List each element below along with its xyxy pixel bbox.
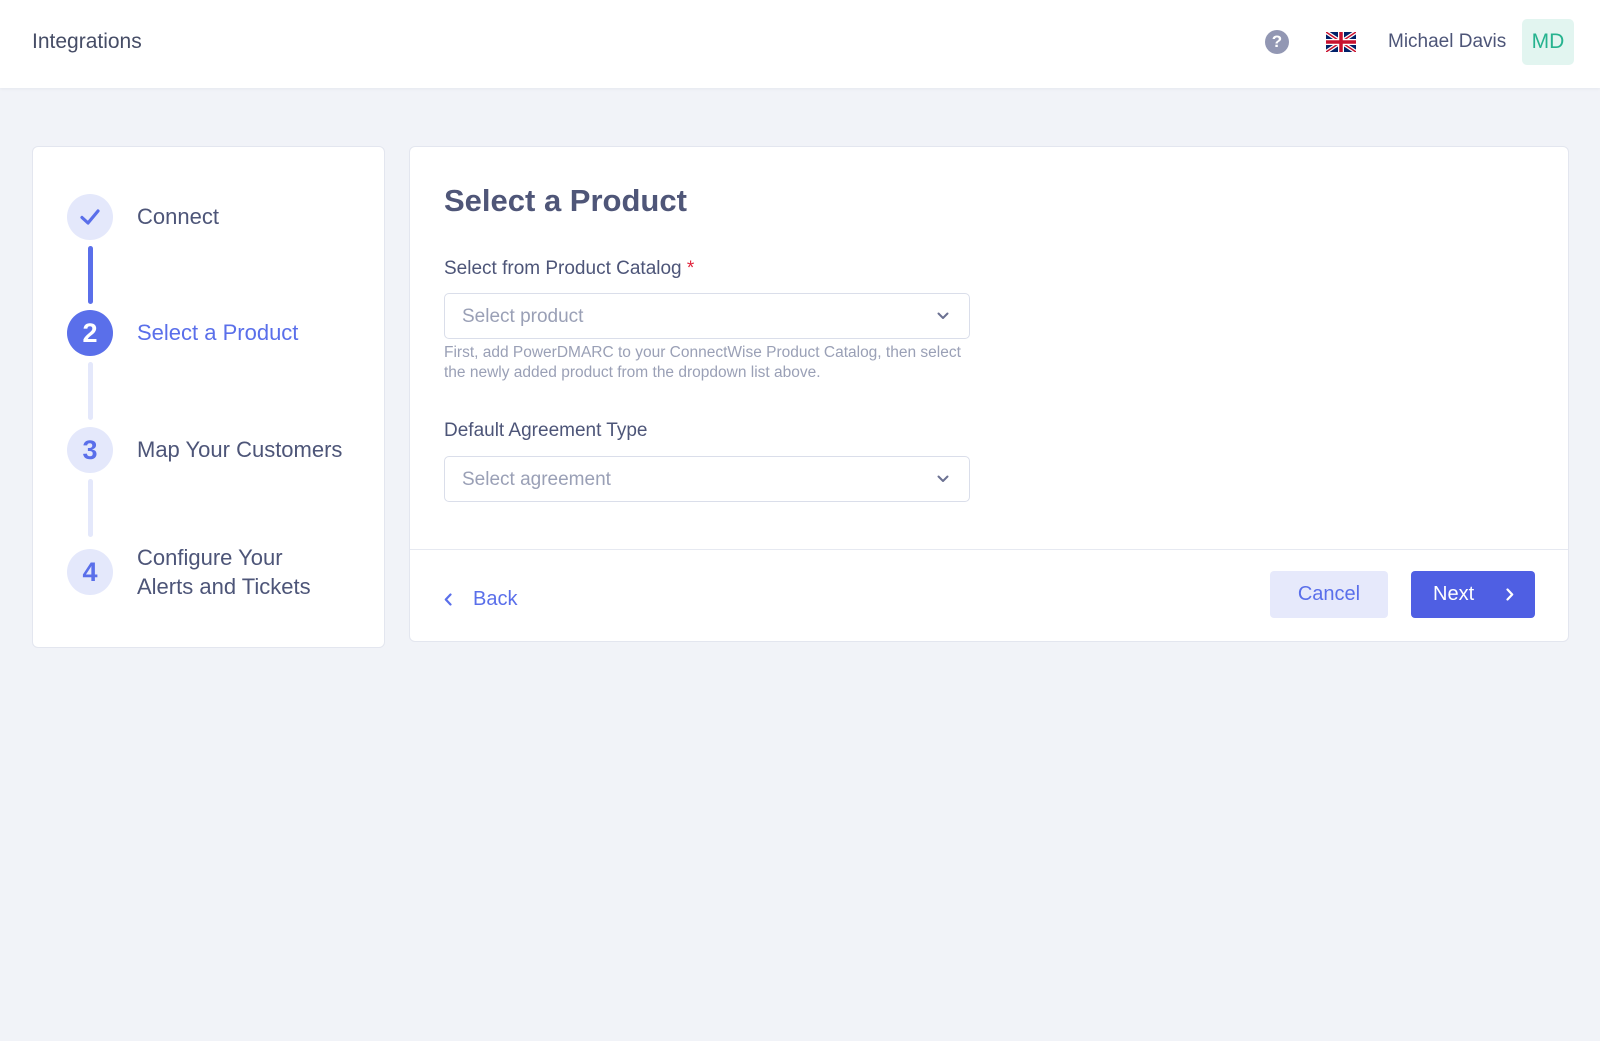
required-marker: * [686, 258, 695, 279]
cancel-button[interactable]: Cancel [1270, 571, 1388, 618]
step-3-label[interactable]: Map Your Customers [137, 435, 342, 464]
step-connector-3 [88, 479, 93, 537]
check-icon [80, 209, 100, 225]
step-4-indicator: 4 [67, 549, 113, 595]
back-button-label: Back [473, 588, 518, 610]
footer-divider [410, 549, 1568, 550]
step-3-indicator: 3 [67, 427, 113, 473]
product-catalog-label-text: Select from Product Catalog [444, 258, 682, 279]
step-1-label[interactable]: Connect [137, 202, 219, 231]
step-4-label-line2: Alerts and Tickets [137, 574, 311, 599]
top-bar: Integrations ? Michael Davis MD [0, 0, 1600, 88]
uk-flag-icon[interactable] [1326, 31, 1356, 53]
product-help-text: First, add PowerDMARC to your ConnectWis… [444, 344, 961, 381]
page-title: Integrations [32, 30, 142, 53]
chevron-down-icon [937, 312, 949, 319]
form-title: Select a Product [444, 183, 687, 218]
stepper-panel: Connect 2 Select a Product 3 Map Your Cu… [32, 146, 385, 648]
step-4-label-line1: Configure Your [137, 545, 283, 570]
avatar[interactable]: MD [1522, 19, 1574, 65]
step-2-indicator: 2 [67, 310, 113, 356]
step-1-indicator [67, 194, 113, 240]
user-name[interactable]: Michael Davis [1388, 31, 1506, 53]
agreement-type-label: Default Agreement Type [444, 420, 648, 441]
step-connector-2 [88, 362, 93, 420]
chevron-left-icon [444, 593, 452, 606]
agreement-select[interactable]: Select agreement [444, 456, 970, 502]
chevron-right-icon [1506, 588, 1514, 601]
question-circle-icon[interactable]: ? [1265, 30, 1289, 54]
step-2-label[interactable]: Select a Product [137, 318, 298, 347]
next-button-label: Next [1433, 583, 1475, 605]
product-select[interactable]: Select product [444, 293, 970, 339]
chevron-down-icon [937, 475, 949, 482]
next-button[interactable]: Next [1411, 571, 1535, 618]
product-catalog-label: Select from Product Catalog * [444, 258, 694, 280]
product-form-card: Select a Product Select from Product Cat… [409, 146, 1569, 642]
step-4-label[interactable]: Configure Your Alerts and Tickets [137, 543, 311, 601]
step-connector-1 [88, 246, 93, 304]
product-select-placeholder: Select product [462, 306, 584, 327]
agreement-select-placeholder: Select agreement [462, 469, 611, 490]
